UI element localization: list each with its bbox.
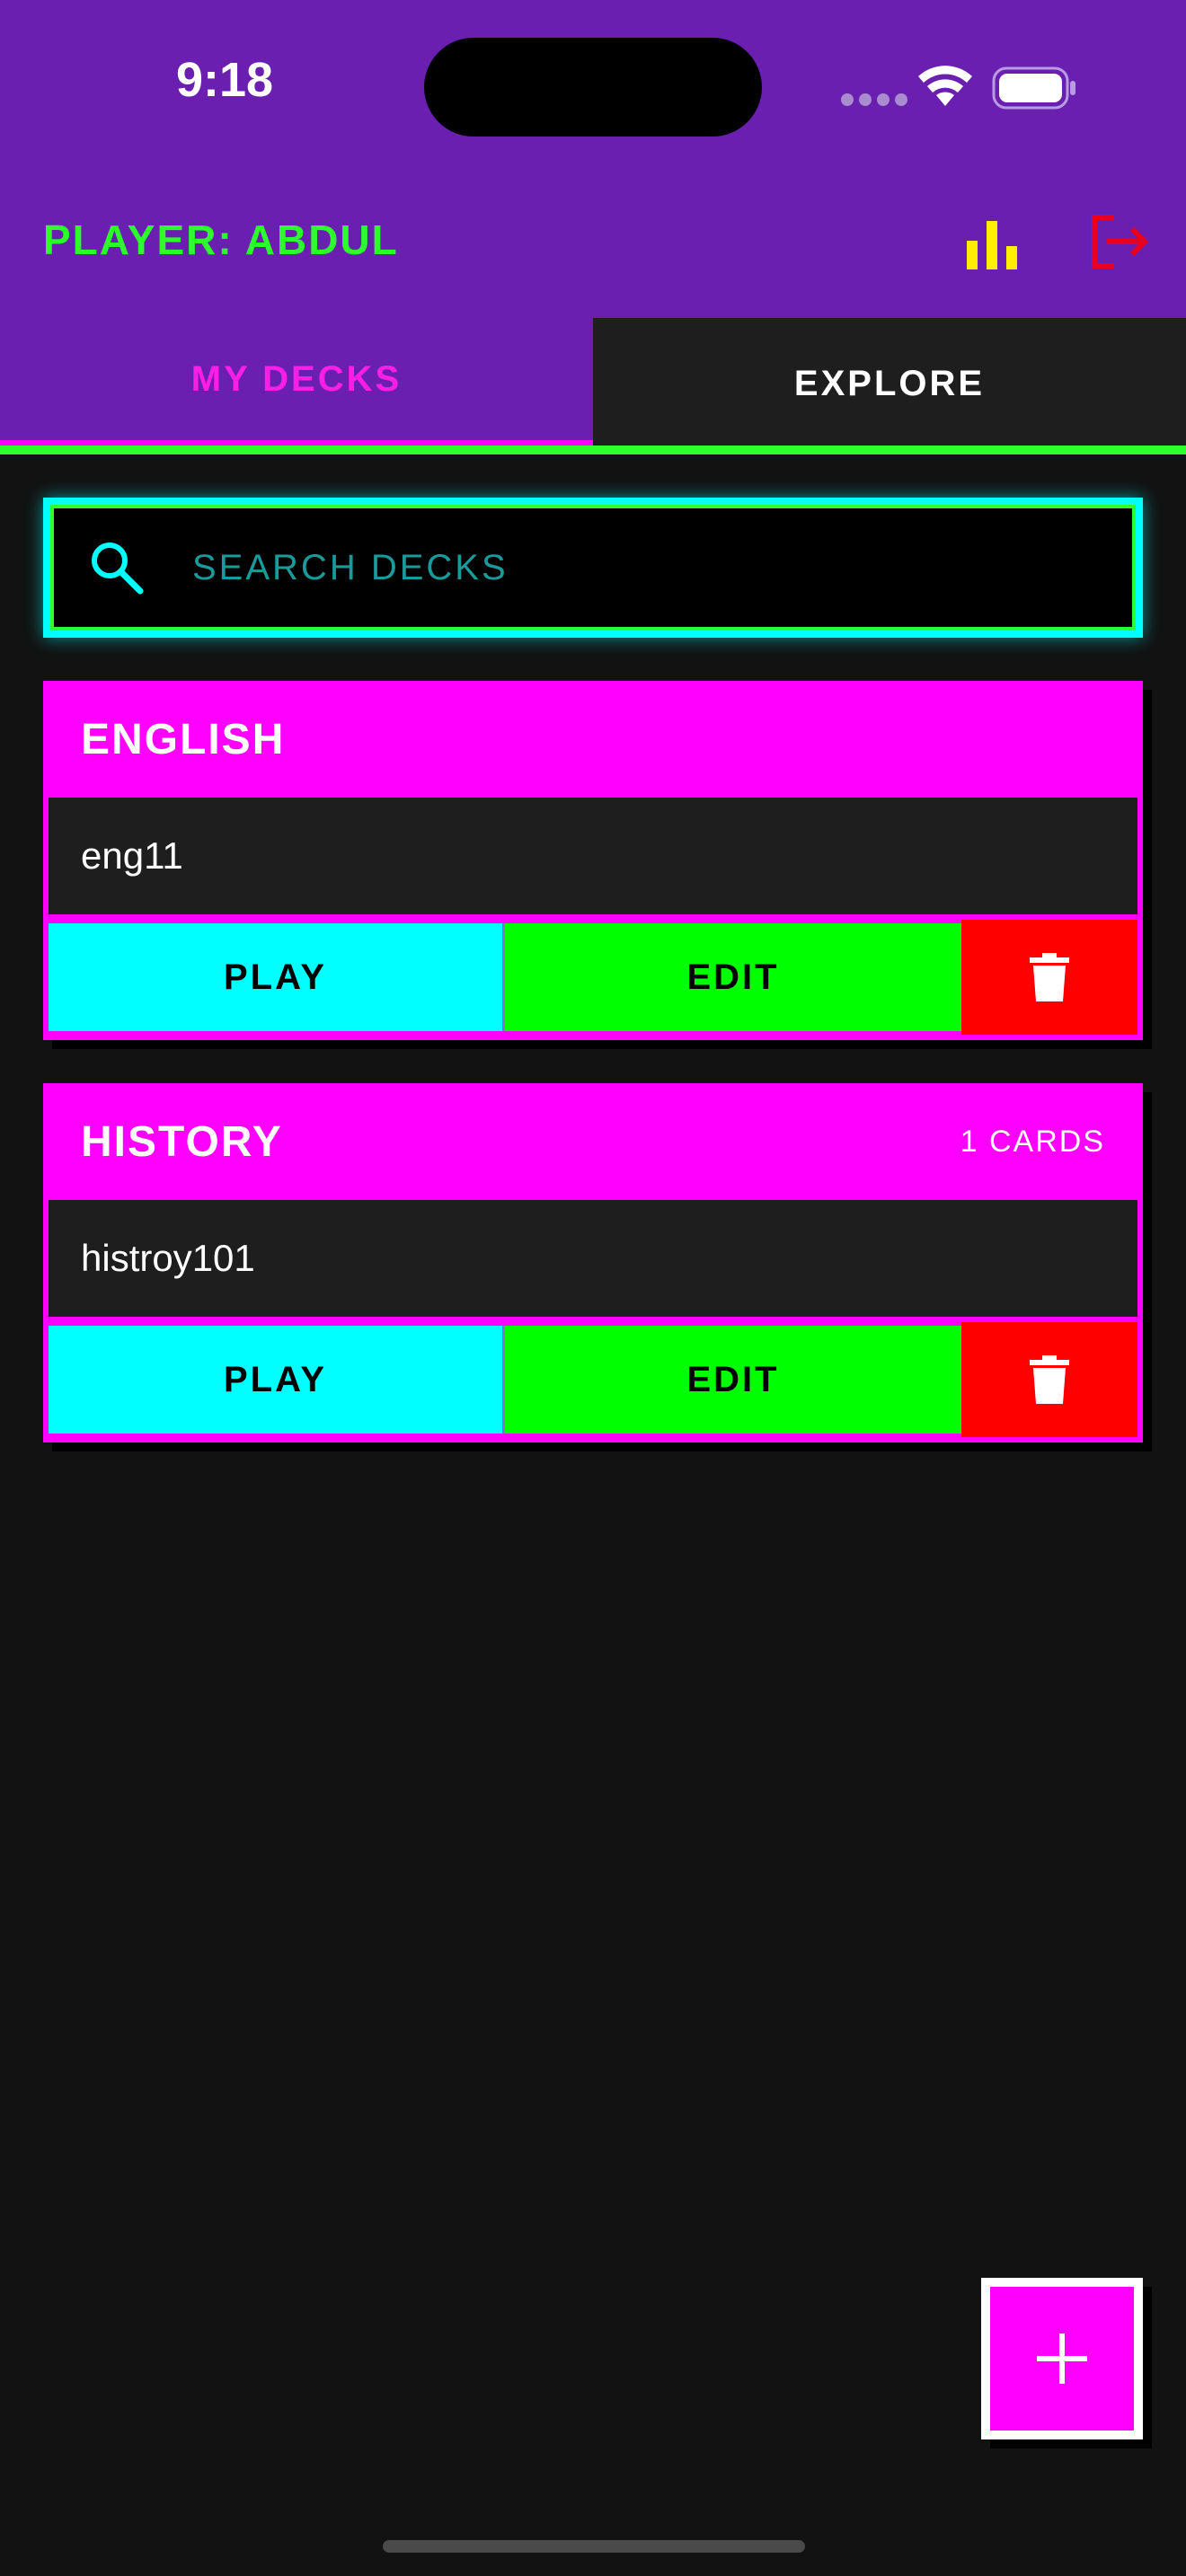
- deck-card-count: 1 CARDS: [960, 1124, 1105, 1159]
- deck-actions: PLAY EDIT: [49, 920, 1137, 1035]
- deck-actions: PLAY EDIT: [49, 1322, 1137, 1437]
- edit-button[interactable]: EDIT: [505, 1326, 961, 1434]
- trash-icon: [1030, 1355, 1069, 1404]
- stats-button[interactable]: [963, 216, 1021, 269]
- battery-icon: [992, 66, 1075, 110]
- tab-explore[interactable]: EXPLORE: [593, 318, 1186, 449]
- play-button[interactable]: PLAY: [49, 923, 505, 1031]
- play-button[interactable]: PLAY: [49, 1326, 505, 1434]
- deck-header: ENGLISH: [49, 686, 1137, 792]
- dynamic-island: [424, 38, 762, 137]
- deck-header: HISTORY 1 CARDS: [49, 1089, 1137, 1195]
- bar-chart-icon: [967, 221, 1017, 269]
- logout-icon: [1092, 215, 1149, 269]
- delete-button[interactable]: [961, 920, 1137, 1035]
- deck-card: HISTORY 1 CARDS histroy101 PLAY EDIT: [43, 1083, 1143, 1442]
- search-bar[interactable]: [43, 498, 1143, 638]
- deck-description: eng11: [49, 798, 1137, 914]
- add-deck-button[interactable]: [981, 2278, 1143, 2439]
- home-indicator: [383, 2540, 805, 2553]
- status-time: 9:18: [175, 53, 274, 107]
- deck-title: HISTORY: [81, 1117, 283, 1166]
- deck-title: ENGLISH: [81, 715, 286, 763]
- search-icon: [92, 543, 144, 595]
- logout-button[interactable]: [1089, 214, 1150, 269]
- cellular-signal-icon: [841, 93, 913, 110]
- tab-bar-divider: [0, 446, 1186, 454]
- plus-icon: [1037, 2333, 1087, 2384]
- search-input[interactable]: [192, 547, 1001, 588]
- delete-button[interactable]: [961, 1322, 1137, 1437]
- wifi-icon: [918, 66, 972, 106]
- deck-card: ENGLISH eng11 PLAY EDIT: [43, 681, 1143, 1040]
- edit-button[interactable]: EDIT: [505, 923, 961, 1031]
- player-name: PLAYER: ABDUL: [43, 216, 399, 263]
- tab-my-decks[interactable]: MY DECKS: [0, 318, 593, 449]
- trash-icon: [1030, 953, 1069, 1001]
- deck-description: histroy101: [49, 1200, 1137, 1317]
